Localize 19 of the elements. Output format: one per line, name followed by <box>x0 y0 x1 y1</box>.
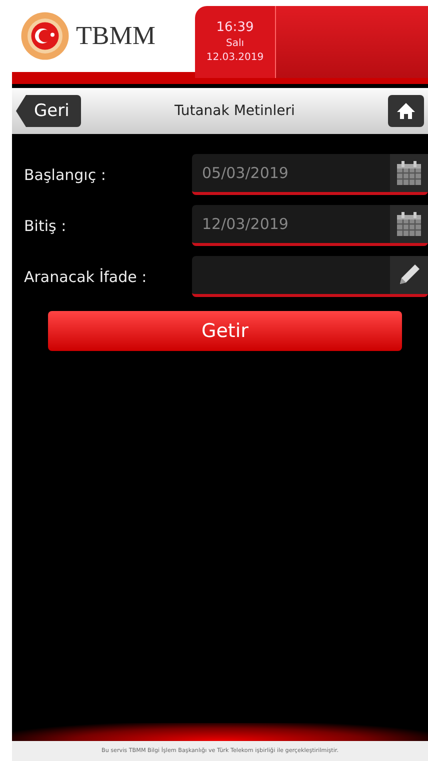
pencil-icon[interactable] <box>390 256 428 294</box>
page-title: Tutanak Metinleri <box>174 103 295 119</box>
input-field[interactable]: 05/03/2019 <box>192 154 428 195</box>
field-label: Başlangıç : <box>24 166 107 184</box>
logo-text: TBMM <box>76 21 156 51</box>
input-field[interactable]: 12/03/2019 <box>192 205 428 246</box>
field-label: Aranacak İfade : <box>24 268 148 286</box>
back-button[interactable]: Geri <box>16 95 82 127</box>
home-button[interactable] <box>388 95 424 127</box>
home-icon <box>396 101 416 121</box>
emblem-icon <box>20 11 70 61</box>
day: Salı <box>226 37 244 52</box>
field-label: Bitiş : <box>24 216 68 234</box>
time: 16:39 <box>216 18 254 37</box>
calendar-icon[interactable] <box>390 154 428 192</box>
input-field[interactable] <box>192 256 428 297</box>
submit-button[interactable]: Getir <box>48 311 402 351</box>
date: 12.03.2019 <box>206 51 264 66</box>
calendar-icon[interactable] <box>390 205 428 243</box>
